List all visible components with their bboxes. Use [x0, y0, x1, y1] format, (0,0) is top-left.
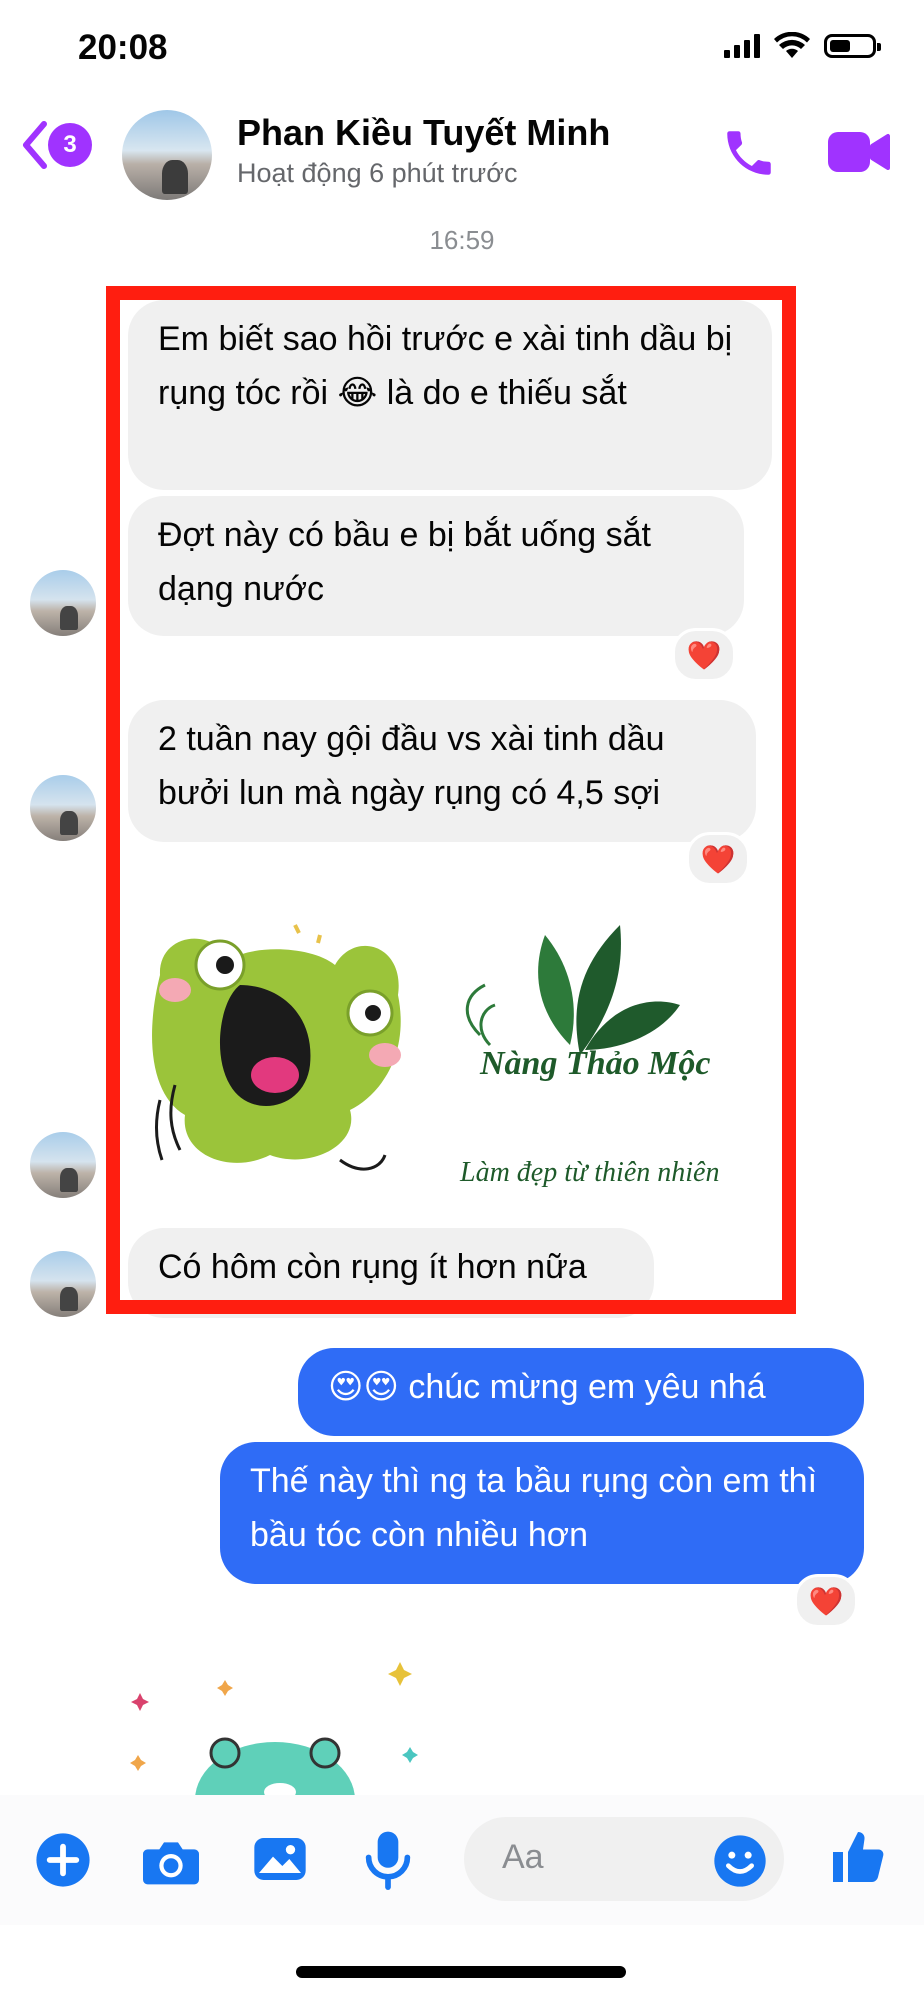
gallery-icon[interactable] — [252, 1831, 308, 1887]
contact-avatar-small[interactable] — [30, 1251, 96, 1317]
status-icons — [724, 32, 881, 60]
status-time: 20:08 — [78, 28, 168, 67]
plus-icon[interactable] — [34, 1831, 92, 1889]
chat-header: 3 Phan Kiều Tuyết Minh Hoạt động 6 phút … — [0, 90, 924, 210]
like-thumb-icon[interactable] — [828, 1827, 888, 1887]
contact-avatar[interactable] — [122, 110, 212, 200]
message-input[interactable] — [500, 1837, 724, 1878]
back-chevron-icon — [23, 121, 47, 169]
sent-message[interactable]: 😍😍 chúc mừng em yêu nhá — [298, 1348, 864, 1436]
contact-name[interactable]: Phan Kiều Tuyết Minh — [237, 112, 610, 154]
unread-badge: 3 — [48, 123, 92, 167]
highlight-frame — [106, 286, 796, 1314]
contact-avatar-small[interactable] — [30, 570, 96, 636]
contact-status: Hoạt động 6 phút trước — [237, 158, 518, 188]
composer-bar — [0, 1795, 924, 1925]
sparkle-icon — [130, 1662, 418, 1800]
microphone-icon[interactable] — [362, 1829, 414, 1891]
emoji-icon[interactable] — [712, 1833, 768, 1889]
video-camera-icon[interactable] — [826, 128, 892, 176]
contact-avatar-small[interactable] — [30, 775, 96, 841]
message-reaction[interactable]: ❤️ — [794, 1574, 858, 1628]
phone-icon[interactable] — [720, 124, 778, 182]
battery-icon — [824, 34, 881, 58]
wifi-icon — [774, 32, 810, 58]
heart-reaction-icon: ❤️ — [808, 1585, 844, 1617]
message-text: Thế này thì ng ta bầu rụng còn em thì bầ… — [250, 1462, 818, 1554]
contact-avatar-small[interactable] — [30, 1132, 96, 1198]
back-button[interactable]: 3 — [20, 120, 92, 170]
home-indicator — [296, 1966, 626, 1978]
sent-message[interactable]: Thế này thì ng ta bầu rụng còn em thì bầ… — [220, 1442, 864, 1584]
partial-sticker[interactable] — [120, 1650, 450, 1800]
chat-timestamp: 16:59 — [429, 225, 495, 255]
message-text: 😍😍 chúc mừng em yêu nhá — [328, 1368, 766, 1406]
signal-icon — [724, 34, 760, 58]
camera-icon[interactable] — [140, 1833, 202, 1889]
